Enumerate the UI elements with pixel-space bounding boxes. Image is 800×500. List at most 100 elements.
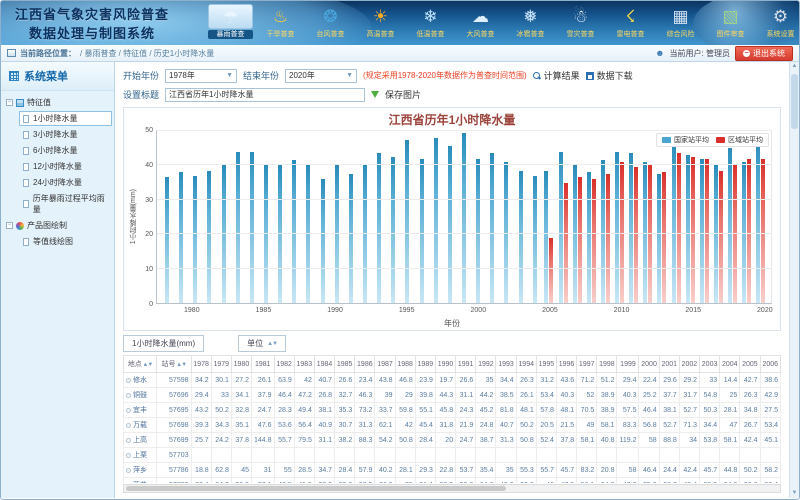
toolbar-item-high-temp[interactable]: ☀高温普查 — [358, 4, 403, 39]
value-cell: 31.3 — [496, 433, 516, 448]
column-header-1978[interactable]: 1978 — [191, 356, 211, 373]
toolbar-item-rainstorm[interactable]: ☂暴雨普查 — [208, 4, 253, 39]
column-header-1998[interactable]: 1998 — [597, 356, 617, 373]
column-header-地点[interactable]: 地点 ▲▼ — [124, 356, 157, 373]
tree-item-label: 历年暴雨过程平均雨量 — [33, 193, 108, 215]
chart-title-input[interactable] — [165, 88, 365, 102]
row-expand-icon[interactable] — [126, 453, 131, 458]
horizontal-scrollbar[interactable] — [123, 484, 781, 493]
column-header-2000[interactable]: 2000 — [639, 356, 659, 373]
column-header-1982[interactable]: 1982 — [274, 356, 294, 373]
toolbar-item-drought[interactable]: ♨干旱普查 — [258, 4, 303, 39]
value-cell: 31.4 — [415, 478, 435, 484]
calculate-button[interactable]: 计算结果 — [533, 69, 580, 82]
column-header-1980[interactable]: 1980 — [231, 356, 251, 373]
station-name-cell[interactable]: 上栗 — [124, 448, 157, 463]
tree-toggle-icon[interactable]: − — [6, 222, 13, 229]
column-header-1993[interactable]: 1993 — [496, 356, 516, 373]
table-section: 1小时降水量(mm) 单位 ▲▼ 地点 ▲▼站号 ▲▼1978197919801… — [123, 334, 781, 493]
column-header-1985[interactable]: 1985 — [335, 356, 355, 373]
scroll-up-icon[interactable]: ▲ — [790, 62, 799, 71]
column-header-1979[interactable]: 1979 — [211, 356, 231, 373]
row-expand-icon[interactable] — [126, 468, 131, 473]
column-header-1989[interactable]: 1989 — [415, 356, 435, 373]
tree-item-历年暴雨过程平均雨量[interactable]: 历年暴雨过程平均雨量 — [19, 191, 112, 217]
column-header-1999[interactable]: 1999 — [617, 356, 639, 373]
toolbar-item-hail[interactable]: ❅冰雹普查 — [508, 4, 553, 39]
end-year-select[interactable]: 2020年 ▼ — [285, 69, 357, 83]
station-name-cell[interactable]: 铜鼓 — [124, 388, 157, 403]
table-row-上栗: 上栗57703 — [124, 448, 781, 463]
row-expand-icon[interactable] — [126, 378, 131, 383]
value-cell: 46.4 — [639, 463, 659, 478]
row-expand-icon[interactable] — [126, 438, 131, 443]
start-year-select[interactable]: 1978年 ▼ — [165, 69, 237, 83]
bar-regional-2019 — [747, 159, 751, 303]
toolbar-item-typhoon[interactable]: ❂台风普查 — [308, 4, 353, 39]
column-header-1983[interactable]: 1983 — [294, 356, 314, 373]
column-header-1994[interactable]: 1994 — [516, 356, 536, 373]
download-button[interactable]: 数据下载 — [586, 69, 633, 82]
column-header-2002[interactable]: 2002 — [679, 356, 699, 373]
column-header-1996[interactable]: 1996 — [556, 356, 576, 373]
tree-group-1[interactable]: −产品图绘制 — [3, 218, 112, 233]
toolbar-item-gale[interactable]: ☁大风普查 — [458, 4, 503, 39]
toolbar-item-low-temp[interactable]: ❄低温普查 — [408, 4, 453, 39]
logout-button[interactable]: − 退出系统 — [735, 46, 793, 61]
column-header-1992[interactable]: 1992 — [476, 356, 496, 373]
station-name-cell[interactable]: 莲花 — [124, 478, 157, 484]
station-name-cell[interactable]: 修水 — [124, 373, 157, 388]
sort-arrows-icon[interactable]: ▲▼ — [176, 362, 187, 368]
table-filter-box[interactable]: 1小时降水量(mm) — [123, 335, 204, 352]
unit-select[interactable]: 单位 ▲▼ — [238, 335, 286, 352]
tree-item-3小时降水量[interactable]: 3小时降水量 — [19, 127, 112, 142]
column-header-1991[interactable]: 1991 — [456, 356, 476, 373]
column-header-1988[interactable]: 1988 — [395, 356, 415, 373]
toolbar-item-lightning[interactable]: ☇雷电普查 — [608, 4, 653, 39]
column-header-1981[interactable]: 1981 — [252, 356, 275, 373]
value-cell: 48.5 — [274, 478, 294, 484]
toolbar-item-settings[interactable]: ⚙系统设置 — [758, 4, 799, 39]
sort-arrows-icon[interactable]: ▲▼ — [142, 362, 153, 368]
bar-group-1985 — [259, 131, 273, 303]
column-header-1995[interactable]: 1995 — [536, 356, 556, 373]
vscroll-thumb[interactable] — [791, 74, 798, 129]
toolbar-item-map-review[interactable]: ▧图件审查 — [708, 4, 753, 39]
toolbar-item-composite-risk[interactable]: ▦综合风险 — [658, 4, 703, 39]
tree-item-1小时降水量[interactable]: 1小时降水量 — [19, 111, 112, 126]
tree-group-0[interactable]: −特征值 — [3, 95, 112, 110]
tree-toggle-icon[interactable]: − — [6, 99, 13, 106]
station-name-cell[interactable]: 宜丰 — [124, 403, 157, 418]
column-header-站号[interactable]: 站号 ▲▼ — [157, 356, 191, 373]
value-cell: 28.3 — [274, 403, 294, 418]
row-expand-icon[interactable] — [126, 408, 131, 413]
station-name-cell[interactable]: 萍乡 — [124, 463, 157, 478]
tree-item-12小时降水量[interactable]: 12小时降水量 — [19, 159, 112, 174]
station-name-cell[interactable]: 万载 — [124, 418, 157, 433]
column-header-1984[interactable]: 1984 — [314, 356, 334, 373]
row-expand-icon[interactable] — [126, 423, 131, 428]
column-header-2003[interactable]: 2003 — [699, 356, 719, 373]
scroll-down-icon[interactable]: ▼ — [790, 489, 799, 498]
tree-item-等值线绘图[interactable]: 等值线绘图 — [19, 234, 112, 249]
column-header-2004[interactable]: 2004 — [720, 356, 740, 373]
hscroll-thumb[interactable] — [126, 486, 506, 491]
row-expand-icon[interactable] — [126, 393, 131, 398]
toolbar-item-snow[interactable]: ☃雪灾普查 — [558, 4, 603, 39]
save-image-button[interactable]: 保存图片 — [385, 88, 421, 101]
toolbar-item-label: 综合风险 — [658, 30, 703, 39]
vertical-scrollbar[interactable]: ▲ ▼ — [789, 62, 799, 498]
column-header-1986[interactable]: 1986 — [355, 356, 375, 373]
column-header-2001[interactable]: 2001 — [659, 356, 679, 373]
logout-icon: − — [743, 50, 750, 57]
tree-item-label: 6小时降水量 — [33, 145, 77, 156]
column-header-1990[interactable]: 1990 — [435, 356, 455, 373]
column-header-2005[interactable]: 2005 — [740, 356, 760, 373]
tree-item-6小时降水量[interactable]: 6小时降水量 — [19, 143, 112, 158]
column-header-2006[interactable]: 2006 — [760, 356, 781, 373]
station-name-cell[interactable]: 上高 — [124, 433, 157, 448]
column-header-1997[interactable]: 1997 — [577, 356, 597, 373]
column-header-1987[interactable]: 1987 — [375, 356, 395, 373]
value-cell: 55 — [274, 463, 294, 478]
tree-item-24小时降水量[interactable]: 24小时降水量 — [19, 175, 112, 190]
